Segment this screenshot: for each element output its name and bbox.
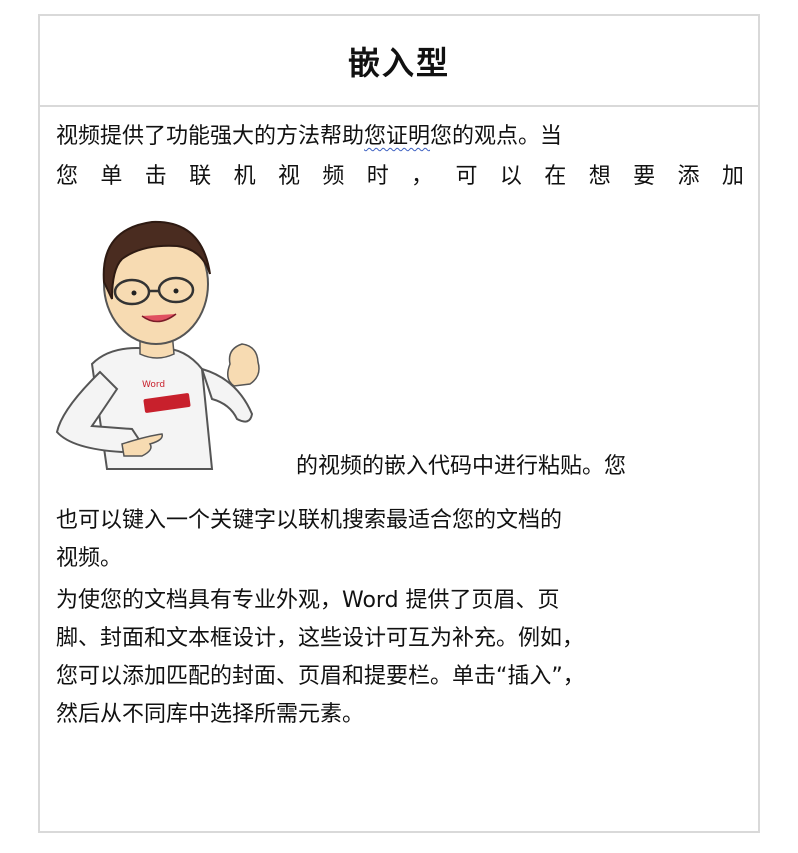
shirt-word-text: Word: [142, 380, 165, 390]
para2-line2: 脚、封面和文本框设计，这些设计可互为补充。例如，: [56, 626, 585, 651]
spellcheck-underlined-text[interactable]: 您证明: [364, 124, 430, 149]
para1-line2-char: ，: [411, 164, 434, 189]
para1-line2-char: 击: [144, 164, 167, 189]
para1-line2: 您单击联机视频时 ， 可以在想要添加: [56, 162, 744, 192]
para1-line2-char: 您: [56, 164, 79, 189]
para1-line2-char: 时: [366, 164, 389, 189]
para1-line2-char: 要: [633, 164, 656, 189]
title-bar: 嵌入型: [40, 16, 758, 107]
para1-line2-char: 在: [544, 164, 567, 189]
para1-line2-char: 机: [233, 164, 256, 189]
para1-line1: 视频提供了功能强大的方法帮助您证明您的观点。当: [56, 122, 562, 152]
para1-line4: 也可以键入一个关键字以联机搜索最适合您的文档的: [56, 508, 563, 533]
cartoon-man-icon: Word: [55, 220, 260, 470]
para2-line4: 然后从不同库中选择所需元素。: [56, 702, 365, 727]
para1-line2-char: 联: [189, 164, 212, 189]
para1-line3: 的视频的嵌入代码中进行粘贴。您: [296, 454, 627, 479]
para1-line2-char: 添: [677, 164, 700, 189]
para1-line2-char: 单: [100, 164, 123, 189]
text-box: 嵌入型 视频提供了功能强大的方法帮助您证明您的观点。当 您单击联机视频时 ， 可以在…: [38, 14, 760, 833]
para1-line2-char: 以: [499, 164, 522, 189]
para2-line1: 为使您的文档具有专业外观，Word 提供了页眉、页: [56, 588, 560, 613]
para1-line1-text-a: 视频提供了功能强大的方法帮助: [56, 124, 365, 149]
para1-line2-char: 可: [455, 164, 478, 189]
cartoon-illustration: Word: [52, 204, 272, 474]
para1-line2-char: 加: [721, 164, 744, 189]
para1-line1-text-b: 您的观点。当: [430, 124, 563, 149]
para1-line2-char: 视: [277, 164, 300, 189]
para1-line2-char: 频: [322, 164, 345, 189]
para1-line2-char: 想: [588, 164, 611, 189]
page-title: 嵌入型: [347, 43, 450, 82]
para2-line3: 您可以添加匹配的封面、页眉和提要栏。单击“插入”，: [56, 664, 585, 689]
para1-line5: 视频。: [56, 546, 123, 571]
